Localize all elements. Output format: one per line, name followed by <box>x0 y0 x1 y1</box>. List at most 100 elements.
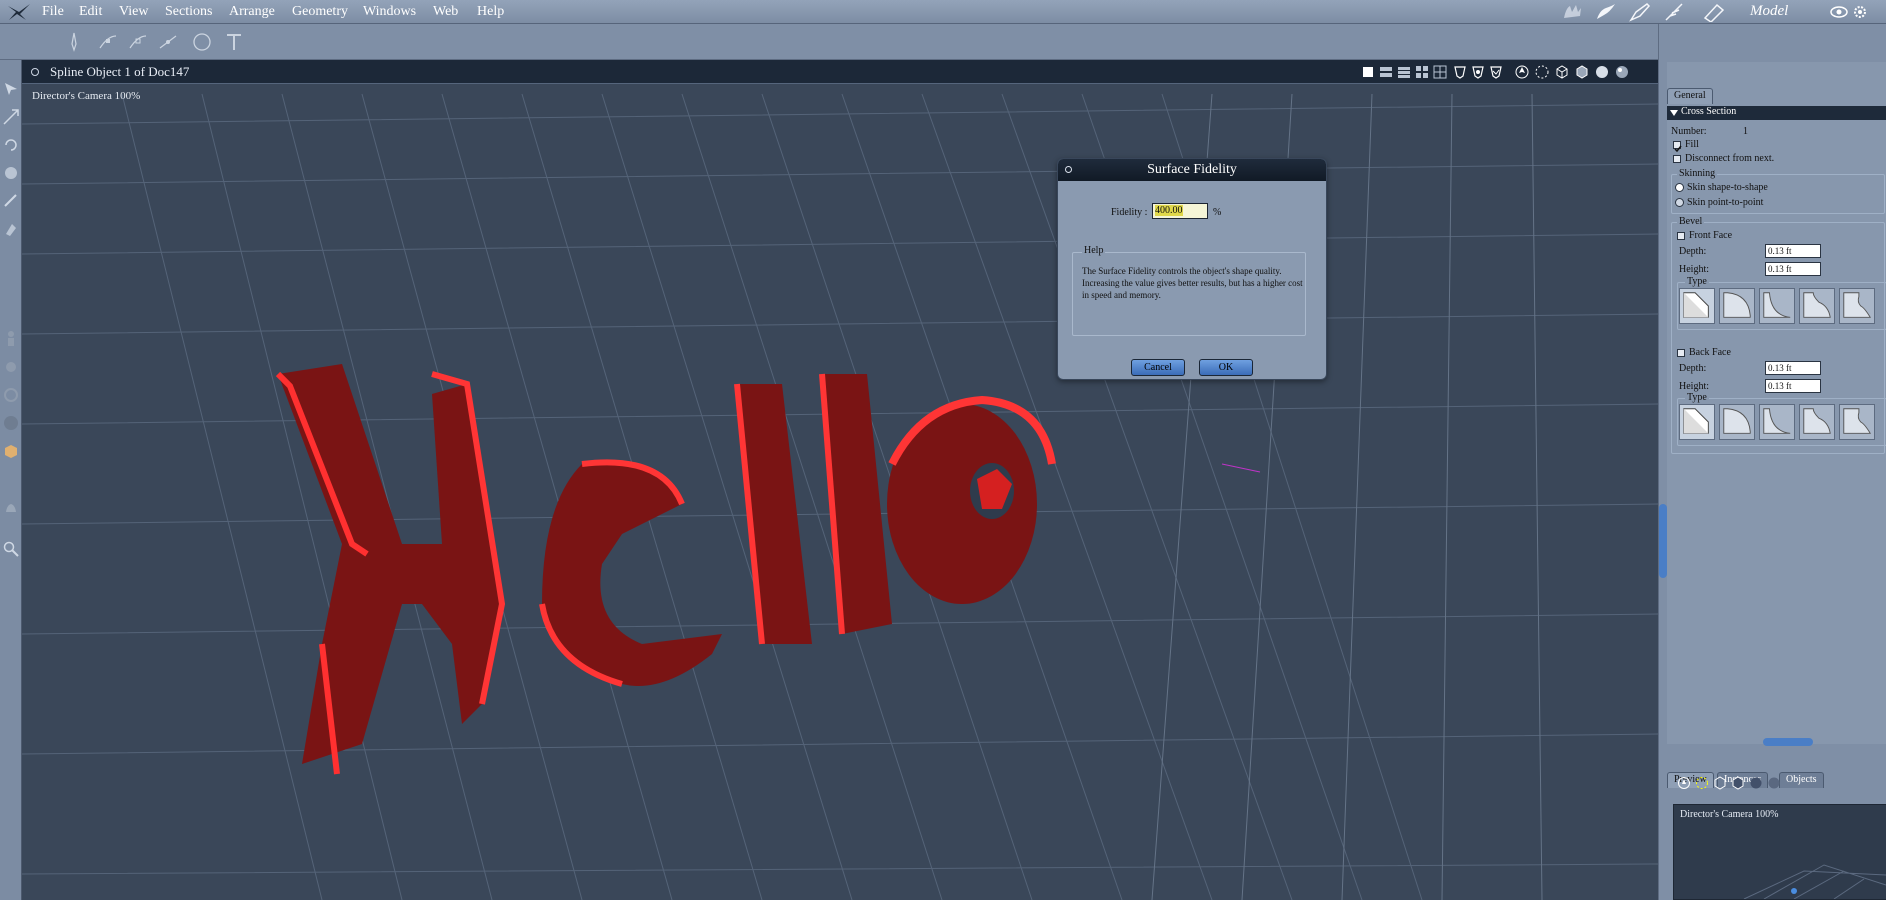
two-views-icon[interactable] <box>1378 64 1394 80</box>
viewport-titlebar: Spline Object 1 of Doc147 <box>22 60 1658 84</box>
app-logo-icon[interactable] <box>6 2 32 22</box>
skinning-group <box>1671 174 1885 214</box>
front-height-field[interactable]: 0.13 ft <box>1765 262 1821 276</box>
feather-room-icon[interactable] <box>1662 2 1686 22</box>
back-bevel-concave-icon[interactable] <box>1759 404 1795 440</box>
scale-tool-icon[interactable] <box>2 164 20 182</box>
cross-section-label: Cross Section <box>1681 106 1737 117</box>
collapse-triangle-icon[interactable] <box>1670 110 1678 116</box>
preview-render-icon[interactable] <box>1767 776 1781 790</box>
ruler-room-icon[interactable] <box>1702 2 1726 22</box>
skin-point-radio[interactable] <box>1675 198 1684 207</box>
number-label: Number: <box>1671 126 1707 137</box>
menu-web[interactable]: Web <box>433 4 458 20</box>
convert-point-tool-icon[interactable] <box>156 30 180 54</box>
eye-icon[interactable] <box>1830 5 1848 19</box>
panel-resize-handle[interactable] <box>1659 504 1667 578</box>
back-face-checkbox[interactable] <box>1677 349 1685 357</box>
hand-room-icon[interactable] <box>1560 2 1584 22</box>
figure-tool-icon[interactable] <box>2 330 20 348</box>
zoom-tool-icon[interactable] <box>2 540 20 558</box>
remove-point-tool-icon[interactable] <box>126 30 150 54</box>
select-tool-icon[interactable] <box>2 80 20 98</box>
orbit-icon[interactable] <box>1534 64 1550 80</box>
dialog-close-icon[interactable] <box>1065 166 1072 173</box>
tab-objects[interactable]: Objects <box>1779 772 1824 788</box>
fill-checkbox[interactable] <box>1673 141 1682 153</box>
shield-2-view-icon[interactable] <box>1470 64 1486 80</box>
four-views-icon[interactable] <box>1414 64 1430 80</box>
pan-tool-icon[interactable] <box>2 500 20 518</box>
back-bevel-wave-icon[interactable] <box>1839 404 1875 440</box>
rotate-tool-icon[interactable] <box>2 136 20 154</box>
menu-windows[interactable]: Windows <box>363 4 416 20</box>
preview-grid <box>1743 864 1886 899</box>
three-views-icon[interactable] <box>1396 64 1412 80</box>
pen-tool-icon[interactable] <box>62 30 86 54</box>
shaded-sphere-icon[interactable] <box>1594 64 1610 80</box>
sphere-tool-icon[interactable] <box>2 414 20 432</box>
back-height-field[interactable]: 0.13 ft <box>1765 379 1821 393</box>
menu-edit[interactable]: Edit <box>79 4 102 20</box>
menu-sections[interactable]: Sections <box>165 4 212 20</box>
disconnect-checkbox[interactable] <box>1673 155 1681 163</box>
preview-flat-cube-icon[interactable] <box>1731 776 1745 790</box>
bevel-wave-icon[interactable] <box>1839 288 1875 324</box>
preview-navigate-icon[interactable] <box>1677 776 1691 790</box>
menu-file[interactable]: File <box>42 4 64 20</box>
render-sphere-icon[interactable] <box>1614 64 1630 80</box>
skin-shape-label: Skin shape-to-shape <box>1687 182 1768 193</box>
move-tool-icon[interactable] <box>2 108 20 126</box>
back-bevel-round-icon[interactable] <box>1719 404 1755 440</box>
bevel-flat-icon[interactable] <box>1679 288 1715 324</box>
bevel-step-icon[interactable] <box>1799 288 1835 324</box>
shield-3-view-icon[interactable] <box>1488 64 1504 80</box>
preview-sphere-icon[interactable] <box>1749 776 1763 790</box>
skin-shape-radio[interactable] <box>1675 183 1684 192</box>
navigate-icon[interactable] <box>1514 64 1530 80</box>
magnet-tool-icon[interactable] <box>2 220 20 238</box>
preview-wire-cube-icon[interactable] <box>1713 776 1727 790</box>
front-face-checkbox[interactable] <box>1677 232 1685 240</box>
bevel-concave-icon[interactable] <box>1759 288 1795 324</box>
scene-canvas[interactable] <box>22 84 1658 900</box>
add-point-tool-icon[interactable] <box>96 30 120 54</box>
ellipse-tool-icon[interactable] <box>190 30 214 54</box>
cross-section-header[interactable]: Cross Section <box>1667 106 1886 120</box>
back-depth-field[interactable]: 0.13 ft <box>1765 361 1821 375</box>
menu-geometry[interactable]: Geometry <box>292 4 348 20</box>
joint-tool-icon[interactable] <box>2 358 20 376</box>
gear-icon[interactable] <box>1853 5 1867 19</box>
front-type-label: Type <box>1685 276 1709 287</box>
panel-splitter-handle[interactable] <box>1763 738 1813 746</box>
ok-button[interactable]: OK <box>1199 359 1253 376</box>
front-depth-field[interactable]: 0.13 ft <box>1765 244 1821 258</box>
viewport-menu-icon[interactable] <box>31 68 39 76</box>
tab-general[interactable]: General <box>1667 88 1713 104</box>
preview-orbit-icon[interactable] <box>1695 776 1709 790</box>
grid-views-icon[interactable] <box>1432 64 1448 80</box>
cube-tool-icon[interactable] <box>2 442 20 460</box>
menu-view[interactable]: View <box>119 4 148 20</box>
pen-room-icon[interactable] <box>1628 2 1652 22</box>
brush-room-icon[interactable] <box>1594 2 1618 22</box>
back-bevel-step-icon[interactable] <box>1799 404 1835 440</box>
flat-cube-icon[interactable] <box>1574 64 1590 80</box>
bone-tool-icon[interactable] <box>2 386 20 404</box>
text-tool-icon[interactable] <box>222 30 246 54</box>
preview-viewport[interactable]: Director's Camera 100% <box>1673 804 1886 900</box>
fidelity-input[interactable]: 400.00 <box>1152 203 1208 219</box>
app-window: File Edit View Sections Arrange Geometry… <box>0 0 1886 900</box>
wireframe-cube-icon[interactable] <box>1554 64 1570 80</box>
single-view-icon[interactable] <box>1360 64 1376 80</box>
back-bevel-flat-icon[interactable] <box>1679 404 1715 440</box>
menu-arrange[interactable]: Arrange <box>229 4 275 20</box>
hello-3d-text[interactable] <box>275 364 1056 775</box>
twist-tool-icon[interactable] <box>2 192 20 210</box>
bevel-round-icon[interactable] <box>1719 288 1755 324</box>
properties-panel: General Cross Section Number: 1 Fill Dis… <box>1667 62 1886 752</box>
menu-help[interactable]: Help <box>477 4 504 20</box>
3d-viewport[interactable]: Spline Object 1 of Doc147 Director's Cam… <box>22 60 1658 900</box>
shield-view-icon[interactable] <box>1452 64 1468 80</box>
cancel-button[interactable]: Cancel <box>1131 359 1185 376</box>
